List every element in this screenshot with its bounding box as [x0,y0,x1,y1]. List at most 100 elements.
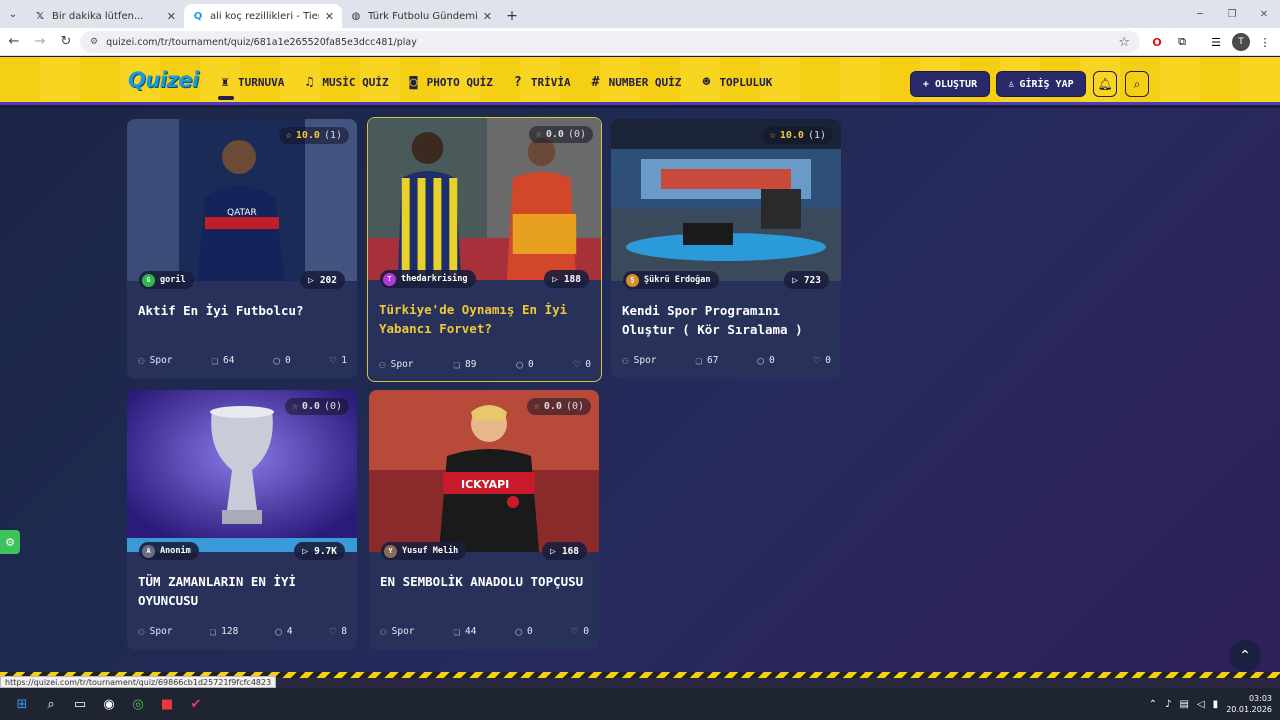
obs-icon[interactable]: ◉ [95,690,123,718]
author-badge[interactable]: Ş Şükrü Erdoğan [623,271,719,289]
author-badge[interactable]: A Anonim [139,542,199,560]
nav-label: MUSİC QUİZ [322,75,389,89]
quiz-title[interactable]: Türkiye'de Oynamış En İyi Yabancı Forvet… [379,300,597,338]
rating-badge: ☆ 0.0 (0) [528,126,593,143]
side-settings-gear-icon[interactable]: ⚙ [0,530,20,554]
quizei-favicon-icon: Q [193,10,203,22]
nav-item-number-quiz[interactable]: # NUMBER QUİZ [589,73,682,91]
bookmark-star-icon[interactable]: ☆ [1118,35,1130,50]
nav-item-photo-quiz[interactable]: ◙ PHOTO QUİZ [407,73,493,91]
quiz-title[interactable]: Kendi Spor Programını Oluştur ( Kör Sıra… [622,301,834,339]
comment-count-value: 0 [527,625,533,637]
category[interactable]: ⚇ Spor [138,625,173,638]
play-count: 9.7K [314,545,337,557]
close-icon[interactable]: ✕ [325,10,334,23]
x-logo-icon: 𝕏 [35,10,45,22]
chrome-icon[interactable]: ◎ [124,690,152,718]
minimize-icon[interactable]: ─ [1184,0,1216,28]
scroll-to-top-button[interactable]: ⌃ [1229,640,1261,672]
restore-icon[interactable]: ❐ [1216,0,1248,28]
quiz-card[interactable]: ☆ 10.0 (1) Ş Şükrü Erdoğan ▷ 723 Kendi S… [611,119,841,379]
tab-2[interactable]: Q ali koç rezillikleri - Tier List, Kör … [184,4,342,28]
quiz-card[interactable]: ☆ 0.0 (0) A Anonim ▷ 9.7K TÜM ZAMANLARIN… [127,390,357,650]
rating-count: (0) [565,401,584,412]
quiz-title[interactable]: TÜM ZAMANLARIN EN İYİ OYUNCUSU [138,572,350,610]
microphone-icon[interactable]: ♪ [1165,699,1171,710]
like-count[interactable]: ♡ 1 [330,354,347,367]
avatar: Y [384,544,397,558]
rating-count: (1) [807,130,826,141]
category[interactable]: ⚇ Spor [138,354,173,367]
reload-icon[interactable]: ↻ [54,30,78,54]
file-explorer-icon[interactable]: ▭ [66,690,94,718]
close-window-icon[interactable]: ✕ [1248,0,1280,28]
category[interactable]: ⚇ Spor [380,625,415,638]
site-info-icon[interactable]: ⚙ [90,37,98,47]
quiz-title[interactable]: EN SEMBOLİK ANADOLU TOPÇUSU [380,572,592,591]
heart-icon: ♡ [329,353,337,367]
rating-value: 0.0 [543,401,562,412]
tab-1[interactable]: 𝕏 Bir dakika lütfen... ✕ [26,4,184,28]
app-red-icon[interactable]: ■ [153,690,181,718]
network-icon[interactable]: ▤ [1180,699,1189,710]
login-button[interactable]: ♙ GİRİŞ YAP [996,71,1086,97]
nav-item-turnuva[interactable]: ♜ TURNUVA [218,73,284,100]
create-button[interactable]: + OLUŞTUR [910,71,990,97]
quiz-card[interactable]: QATAR ☆ 10.0 (1) G goril ▷ 202 Aktif En … [127,119,357,379]
tab-search-chevron-icon[interactable]: ⌄ [0,0,26,28]
volume-icon[interactable]: ◁ [1197,699,1205,710]
opera-extension-icon[interactable]: O [1148,33,1166,51]
site-logo[interactable]: Quizei [128,68,199,92]
like-count[interactable]: ♡ 0 [574,358,591,371]
star-icon: ☆ [291,401,298,412]
item-count-value: 67 [707,354,719,366]
search-icon[interactable]: ⌕ [1125,71,1149,97]
tab-3[interactable]: ◍ Türk Futbolu Gündemi ✕ [342,4,500,28]
quiz-card[interactable]: ☆ 0.0 (0) T thedarkrising ▷ 188 Türkiye'… [367,117,602,382]
user-icon: ♙ [1008,78,1015,90]
extensions-puzzle-icon[interactable]: ⧉ [1173,33,1191,51]
category[interactable]: ⚇ Spor [622,354,657,367]
category-icon: ⚇ [138,353,145,367]
nav-item-topluluk[interactable]: ☻ TOPLULUK [699,73,773,91]
comment-icon: ◯ [273,353,280,367]
app-pink-icon[interactable]: ✔ [182,690,210,718]
author-badge[interactable]: Y Yusuf Melih [381,542,467,560]
nav-label: PHOTO QUİZ [426,75,493,89]
profile-avatar-icon[interactable]: T [1232,33,1250,51]
close-icon[interactable]: ✕ [167,10,176,23]
like-count[interactable]: ♡ 0 [572,625,589,638]
search-icon[interactable]: ⌕ [37,690,65,718]
media-queue-icon[interactable]: ☰ [1207,33,1225,51]
clock[interactable]: 03:03 20.01.2026 [1226,693,1272,715]
comment-count: ◯ 0 [273,354,290,367]
forward-arrow-icon[interactable]: → [28,30,52,54]
notification-bell-icon[interactable]: 🔔︎ [1093,71,1117,97]
new-tab-button[interactable]: + [500,4,524,28]
rating-count: (0) [567,129,586,140]
quiz-card[interactable]: ICKYAPI ☆ 0.0 (0) Y Yusuf Melih ▷ 168 EN… [369,390,599,650]
heart-icon: ♡ [573,357,581,371]
quiz-title[interactable]: Aktif En İyi Futbolcu? [138,301,350,320]
browser-tab-bar: ⌄ 𝕏 Bir dakika lütfen... ✕ Q ali koç rez… [0,0,1280,28]
back-arrow-icon[interactable]: ← [2,30,26,54]
url-field[interactable]: ⚙ quizei.com/tr/tournament/quiz/681a1e26… [80,31,1140,53]
images-icon: ❏ [209,624,217,638]
author-badge[interactable]: G goril [139,271,194,289]
kebab-menu-icon[interactable]: ⋮ [1256,33,1274,51]
tab-title: ali koç rezillikleri - Tier List, Kör [210,10,319,22]
nav-item-music-quiz[interactable]: ♫ MUSİC QUİZ [302,73,388,91]
like-count[interactable]: ♡ 8 [330,625,347,638]
like-count[interactable]: ♡ 0 [814,354,831,367]
author-badge[interactable]: T thedarkrising [380,270,476,288]
chevron-up-icon[interactable]: ⌃ [1149,699,1157,710]
close-icon[interactable]: ✕ [483,10,492,23]
nav-label: TOPLULUK [719,75,773,89]
rating-count: (0) [323,401,342,412]
battery-icon[interactable]: ▮ [1213,699,1219,710]
images-icon: ❏ [453,624,461,638]
nav-item-trivia[interactable]: ? TRİVİA [511,73,571,91]
card-meta: ⚇ Spor ❏ 128 ◯ 4 ♡ 8 [138,624,347,638]
windows-start-icon[interactable]: ⊞ [8,690,36,718]
category[interactable]: ⚇ Spor [379,358,414,371]
